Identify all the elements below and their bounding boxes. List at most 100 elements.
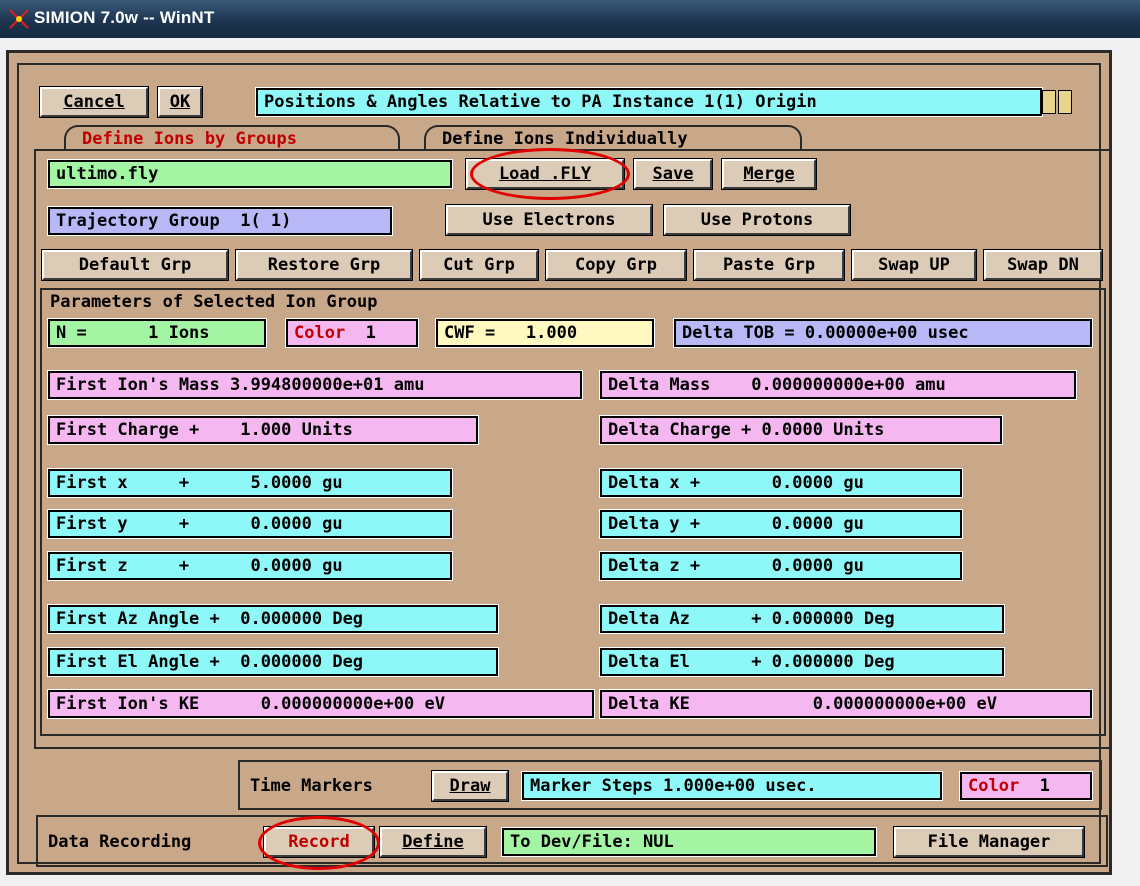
trajectory-group-text: Trajectory Group 1( 1) [56, 211, 292, 231]
first-z-field[interactable]: First z + 0.0000 gu [47, 551, 453, 581]
file-manager-button[interactable]: File Manager [893, 826, 1085, 858]
draw-label: Draw [449, 776, 491, 796]
delta-el-field[interactable]: Delta El + 0.000000 Deg [599, 647, 1005, 677]
first-charge-text: First Charge + 1.000 Units [56, 420, 353, 440]
delta-charge-text: Delta Charge + 0.0000 Units [608, 420, 885, 440]
swap-dn-label: Swap DN [1007, 255, 1079, 275]
cut-grp-label: Cut Grp [443, 255, 515, 275]
paste-grp-label: Paste Grp [722, 255, 816, 275]
file-manager-label: File Manager [927, 832, 1051, 852]
delta-tob-text: Delta TOB = 0.00000e+00 usec [682, 323, 969, 343]
first-y-text: First y + 0.0000 gu [56, 514, 343, 534]
delta-y-field[interactable]: Delta y + 0.0000 gu [599, 509, 963, 539]
first-ke-text: First Ion's KE 0.000000000e+00 eV [56, 694, 445, 714]
marker-color-label: Color [968, 776, 1020, 796]
cwf-text: CWF = 1.000 [444, 323, 578, 343]
delta-tob-field[interactable]: Delta TOB = 0.00000e+00 usec [673, 318, 1093, 348]
use-protons-button[interactable]: Use Protons [663, 204, 851, 236]
n-ions-field[interactable]: N = 1 Ions [47, 318, 267, 348]
delta-mass-field[interactable]: Delta Mass 0.000000000e+00 amu [599, 370, 1077, 400]
window-title: SIMION 7.0w -- WinNT [34, 8, 215, 27]
define-label: Define [402, 832, 464, 852]
trajectory-group-field[interactable]: Trajectory Group 1( 1) [47, 206, 393, 236]
delta-az-field[interactable]: Delta Az + 0.000000 Deg [599, 604, 1005, 634]
paste-grp-button[interactable]: Paste Grp [693, 249, 845, 281]
time-markers-label: Time Markers [250, 776, 373, 796]
parameters-heading: Parameters of Selected Ion Group [50, 292, 378, 312]
positions-banner: Positions & Angles Relative to PA Instan… [255, 87, 1043, 117]
first-x-text: First x + 5.0000 gu [56, 473, 343, 493]
use-electrons-button[interactable]: Use Electrons [445, 204, 653, 236]
load-fly-label: Load .FLY [498, 164, 592, 184]
copy-grp-button[interactable]: Copy Grp [545, 249, 687, 281]
banner-scroll-handle-2[interactable] [1058, 90, 1072, 114]
record-button[interactable]: Record [263, 826, 375, 858]
draw-button[interactable]: Draw [431, 770, 509, 802]
tab-individually-label: Define Ions Individually [442, 129, 688, 149]
restore-grp-label: Restore Grp [267, 255, 381, 275]
ok-button[interactable]: OK [157, 86, 203, 118]
group-color-value: 1 [365, 323, 376, 343]
delta-z-field[interactable]: Delta z + 0.0000 gu [599, 551, 963, 581]
first-mass-field[interactable]: First Ion's Mass 3.994800000e+01 amu [47, 370, 583, 400]
swap-dn-button[interactable]: Swap DN [983, 249, 1103, 281]
group-color-label: Color [294, 323, 346, 343]
delta-y-text: Delta y + 0.0000 gu [608, 514, 864, 534]
dev-file-field[interactable]: To Dev/File: NUL [501, 827, 877, 857]
first-charge-field[interactable]: First Charge + 1.000 Units [47, 415, 479, 445]
delta-el-text: Delta El + 0.000000 Deg [608, 652, 895, 672]
first-ke-field[interactable]: First Ion's KE 0.000000000e+00 eV [47, 689, 595, 719]
save-button[interactable]: Save [633, 158, 713, 190]
fly-filename-text: ultimo.fly [56, 164, 159, 184]
data-recording-label: Data Recording [48, 832, 192, 852]
delta-ke-text: Delta KE 0.000000000e+00 eV [608, 694, 997, 714]
delta-z-text: Delta z + 0.0000 gu [608, 556, 864, 576]
first-x-field[interactable]: First x + 5.0000 gu [47, 468, 453, 498]
delta-az-text: Delta Az + 0.000000 Deg [608, 609, 895, 629]
load-fly-button[interactable]: Load .FLY [465, 158, 625, 190]
delta-charge-field[interactable]: Delta Charge + 0.0000 Units [599, 415, 1003, 445]
cancel-label: Cancel [63, 92, 125, 112]
define-button[interactable]: Define [379, 826, 487, 858]
use-protons-label: Use Protons [700, 210, 814, 230]
save-label: Save [652, 164, 694, 184]
cwf-field[interactable]: CWF = 1.000 [435, 318, 655, 348]
merge-button[interactable]: Merge [721, 158, 817, 190]
delta-x-field[interactable]: Delta x + 0.0000 gu [599, 468, 963, 498]
tab-groups-label: Define Ions by Groups [82, 129, 297, 149]
swap-up-label: Swap UP [878, 255, 950, 275]
dev-file-text: To Dev/File: NUL [510, 832, 674, 852]
first-az-angle-text: First Az Angle + 0.000000 Deg [56, 609, 364, 629]
cancel-button[interactable]: Cancel [39, 86, 149, 118]
banner-scroll-handle[interactable] [1042, 90, 1056, 114]
tab-define-by-groups[interactable]: Define Ions by Groups [64, 125, 400, 151]
record-label: Record [288, 832, 350, 852]
tab-define-individually[interactable]: Define Ions Individually [424, 125, 802, 151]
delta-ke-field[interactable]: Delta KE 0.000000000e+00 eV [599, 689, 1093, 719]
first-y-field[interactable]: First y + 0.0000 gu [47, 509, 453, 539]
first-el-angle-field[interactable]: First El Angle + 0.000000 Deg [47, 647, 499, 677]
cut-grp-button[interactable]: Cut Grp [419, 249, 539, 281]
positions-banner-text: Positions & Angles Relative to PA Instan… [264, 92, 817, 112]
first-az-angle-field[interactable]: First Az Angle + 0.000000 Deg [47, 604, 499, 634]
fly-filename-field[interactable]: ultimo.fly [47, 159, 453, 189]
marker-steps-field[interactable]: Marker Steps 1.000e+00 usec. [521, 771, 943, 801]
title-bar: SIMION 7.0w -- WinNT [0, 0, 1140, 39]
marker-color-field[interactable]: Color 1 [959, 771, 1093, 801]
use-electrons-label: Use Electrons [482, 210, 616, 230]
first-z-text: First z + 0.0000 gu [56, 556, 343, 576]
first-el-angle-text: First El Angle + 0.000000 Deg [56, 652, 364, 672]
group-color-field[interactable]: Color 1 [285, 318, 419, 348]
marker-color-value: 1 [1039, 776, 1050, 796]
default-grp-label: Default Grp [78, 255, 192, 275]
first-mass-text: First Ion's Mass 3.994800000e+01 amu [56, 375, 425, 395]
ok-label: OK [169, 92, 191, 112]
restore-grp-button[interactable]: Restore Grp [235, 249, 413, 281]
marker-steps-text: Marker Steps 1.000e+00 usec. [530, 776, 817, 796]
delta-mass-text: Delta Mass 0.000000000e+00 amu [608, 375, 946, 395]
marker-color-spacer [1019, 776, 1039, 796]
n-ions-text: N = 1 Ions [56, 323, 210, 343]
simion-app-icon [9, 9, 29, 29]
swap-up-button[interactable]: Swap UP [851, 249, 977, 281]
default-grp-button[interactable]: Default Grp [41, 249, 229, 281]
